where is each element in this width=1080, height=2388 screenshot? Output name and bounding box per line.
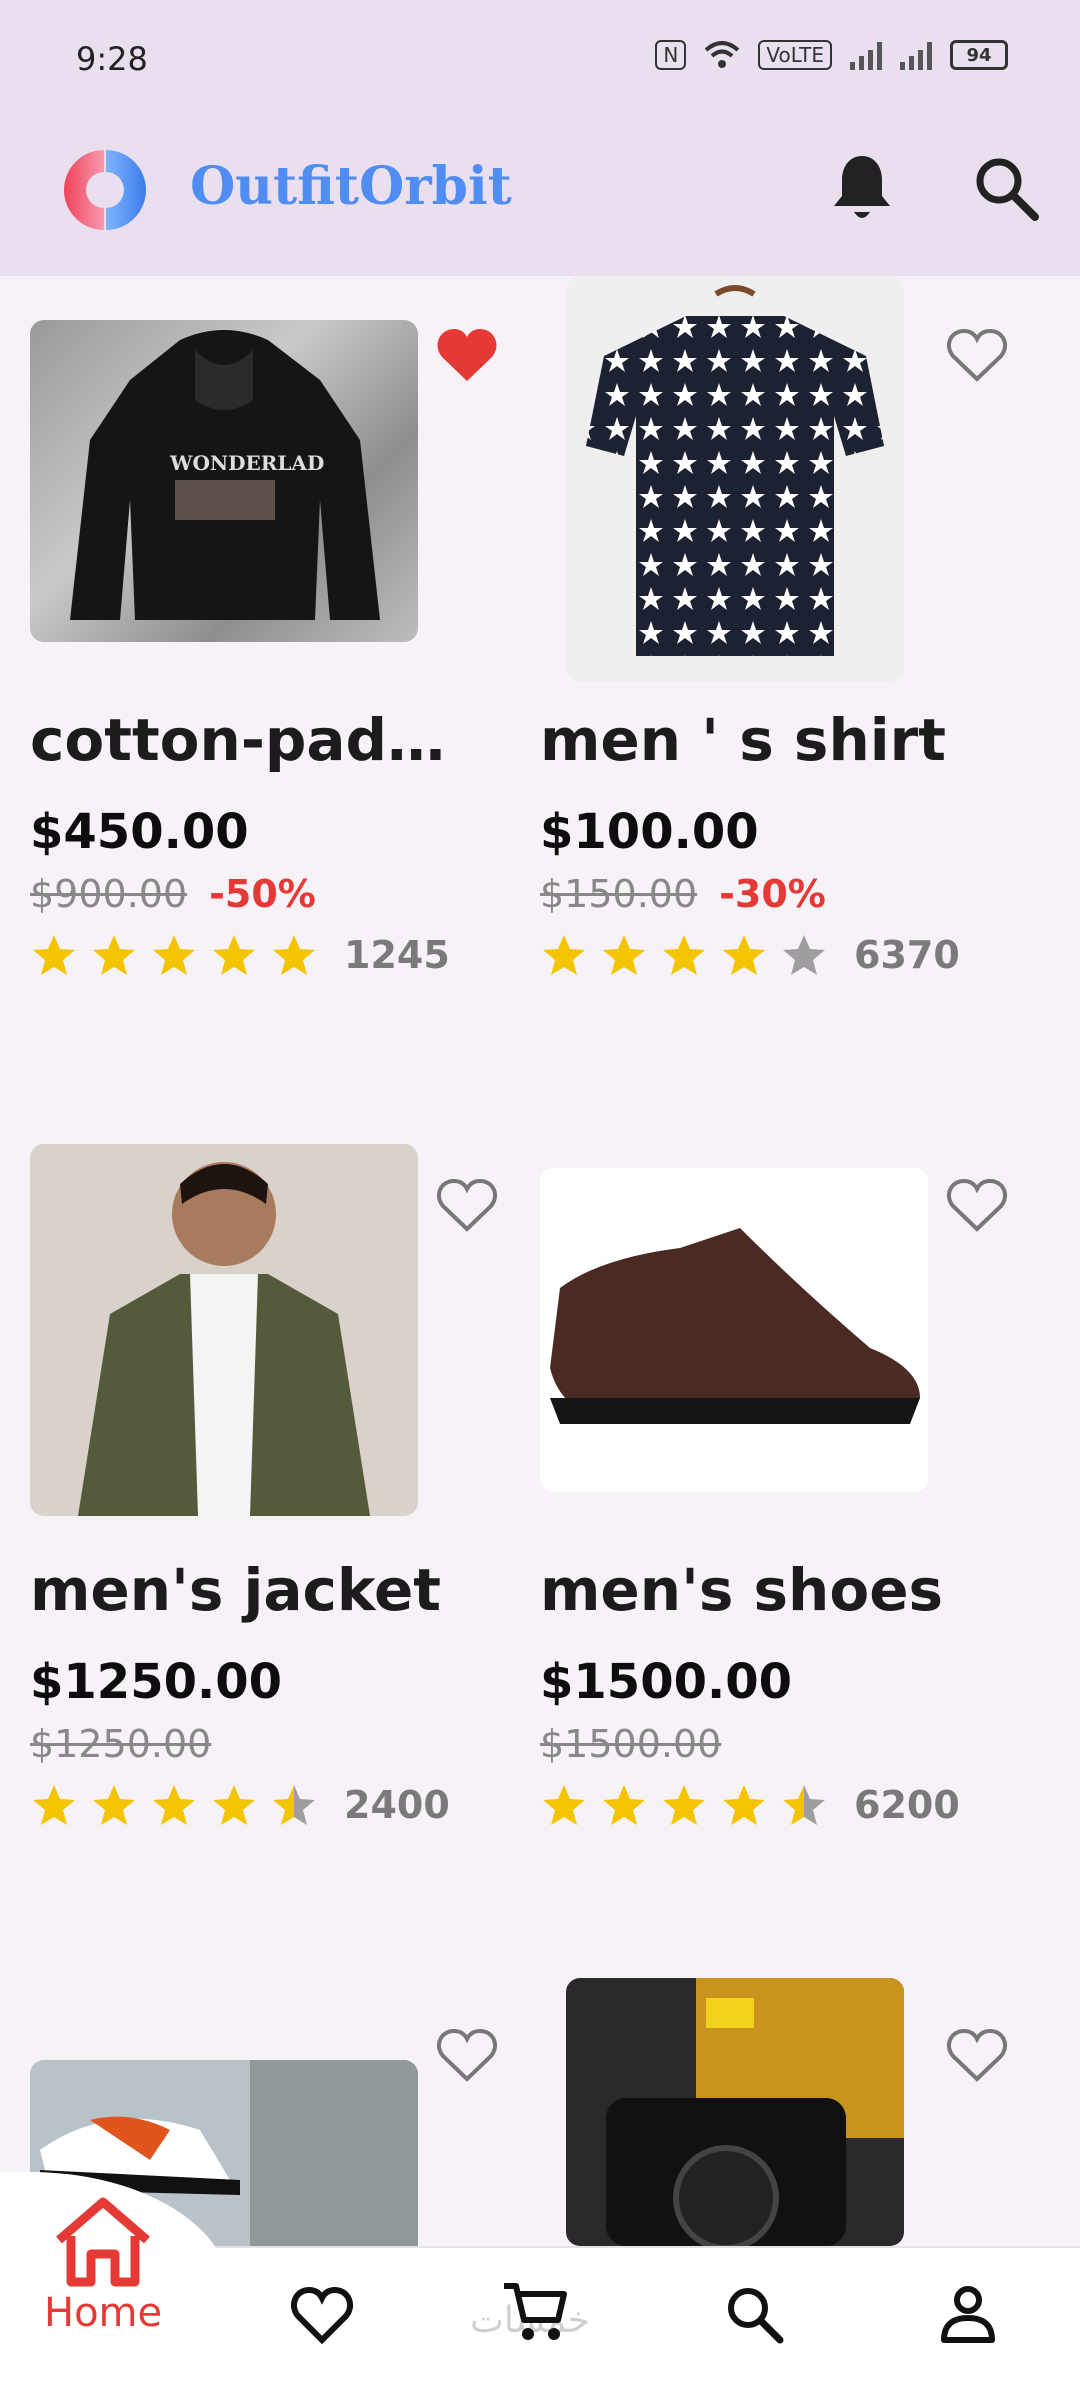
nav-home-label: Home (44, 2290, 163, 2336)
star-full-icon (723, 1785, 765, 1825)
nav-favorites[interactable] (290, 2286, 354, 2344)
wifi-icon (705, 41, 740, 68)
cart-icon (504, 2283, 567, 2340)
favorite-button[interactable] (432, 1170, 502, 1240)
battery-icon: 94 (950, 40, 1008, 70)
favorite-button[interactable] (942, 320, 1012, 390)
heart-outline-icon (437, 2028, 497, 2082)
signal-icon (850, 40, 882, 70)
star-full-icon (543, 935, 585, 975)
rating-stars (540, 932, 828, 978)
product-image[interactable] (566, 276, 904, 682)
rating-stars (30, 932, 318, 978)
product-image[interactable] (540, 1168, 928, 1492)
search-icon (976, 158, 1039, 221)
volte-badge: VoLTE (758, 40, 832, 70)
app-title: OutfitOrbit (190, 156, 512, 217)
star-full-icon (213, 935, 255, 975)
heart-outline-icon (437, 1178, 497, 1232)
original-price: $1250.00 (30, 1722, 212, 1766)
rating-stars (540, 1782, 828, 1828)
product-image[interactable] (566, 1978, 904, 2246)
rating: 2400 (30, 1782, 450, 1828)
star-full-icon (603, 1785, 645, 1825)
heart-filled-icon (437, 329, 497, 381)
original-price: $1500.00 (540, 1722, 722, 1766)
product-image[interactable]: WONDERLAD (30, 320, 418, 642)
logo-icon (64, 150, 146, 230)
price-row: $1500.00 (540, 1722, 721, 1766)
star-half-icon (273, 1785, 315, 1825)
favorite-button[interactable] (432, 2020, 502, 2090)
star-full-icon (603, 935, 645, 975)
rating: 6200 (540, 1782, 960, 1828)
product-title: cotton-padd... (30, 706, 470, 774)
star-full-icon (33, 935, 75, 975)
nfc-icon: N (655, 40, 687, 70)
star-full-icon (723, 935, 765, 975)
star-full-icon (543, 1785, 585, 1825)
star-full-icon (153, 935, 195, 975)
star-full-icon (93, 1785, 135, 1825)
app-bar: 9:28 N VoLTE 94 OutfitOrbit (0, 0, 1080, 276)
nav-profile[interactable] (940, 2284, 996, 2344)
home-icon (56, 2197, 151, 2287)
nav-cart[interactable] (502, 2280, 568, 2344)
star-full-icon (33, 1785, 75, 1825)
search-icon (728, 2288, 784, 2344)
original-price: $150.00 (540, 872, 698, 916)
product-price: $100.00 (540, 804, 759, 860)
star-half-icon (783, 1785, 825, 1825)
heart-outline-icon (947, 328, 1007, 382)
camera-image (606, 1978, 904, 2246)
star-full-icon (273, 935, 315, 975)
review-count: 2400 (344, 1783, 450, 1827)
heart-outline-icon (947, 2028, 1007, 2082)
price-row: $150.00 -30% (540, 872, 826, 916)
price-row: $1250.00 (30, 1722, 211, 1766)
shoe-image (550, 1228, 920, 1424)
price-row: $900.00 -50% (30, 872, 316, 916)
product-image[interactable] (30, 1144, 418, 1516)
svg-text:WONDERLAD: WONDERLAD (169, 451, 324, 475)
star-full-icon (153, 1785, 195, 1825)
rating: 1245 (30, 932, 450, 978)
review-count: 1245 (344, 933, 450, 977)
signal-icon-2 (900, 40, 932, 70)
star-empty-icon (783, 935, 825, 975)
product-title: men ' s shirt (540, 706, 946, 774)
star-full-icon (663, 935, 705, 975)
search-button[interactable] (968, 150, 1044, 226)
product-title: men's shoes (540, 1556, 944, 1624)
review-count: 6200 (854, 1783, 960, 1827)
shirt-image (586, 285, 884, 656)
review-count: 6370 (854, 933, 960, 977)
favorite-button[interactable] (942, 2020, 1012, 2090)
status-icons: N VoLTE 94 (655, 40, 1008, 70)
nav-home[interactable]: Home (44, 2196, 162, 2336)
rating: 6370 (540, 932, 960, 978)
product-title: men's jacket (30, 1556, 442, 1624)
favorite-button[interactable] (942, 1170, 1012, 1240)
heart-outline-icon (947, 1178, 1007, 1232)
hoodie-image: WONDERLAD (70, 330, 380, 620)
status-time: 9:28 (76, 40, 148, 78)
star-full-icon (93, 935, 135, 975)
discount-badge: -30% (719, 872, 826, 916)
original-price: $900.00 (30, 872, 188, 916)
jacket-image (78, 1162, 370, 1516)
discount-badge: -50% (209, 872, 316, 916)
heart-icon (291, 2286, 353, 2344)
notifications-button[interactable] (824, 150, 900, 226)
person-icon (941, 2286, 995, 2343)
product-price: $1500.00 (540, 1654, 793, 1710)
product-price: $1250.00 (30, 1654, 283, 1710)
star-full-icon (213, 1785, 255, 1825)
favorite-button[interactable] (432, 320, 502, 390)
star-full-icon (663, 1785, 705, 1825)
product-price: $450.00 (30, 804, 249, 860)
nav-search[interactable] (724, 2284, 784, 2344)
bell-icon (834, 156, 890, 218)
rating-stars (30, 1782, 318, 1828)
